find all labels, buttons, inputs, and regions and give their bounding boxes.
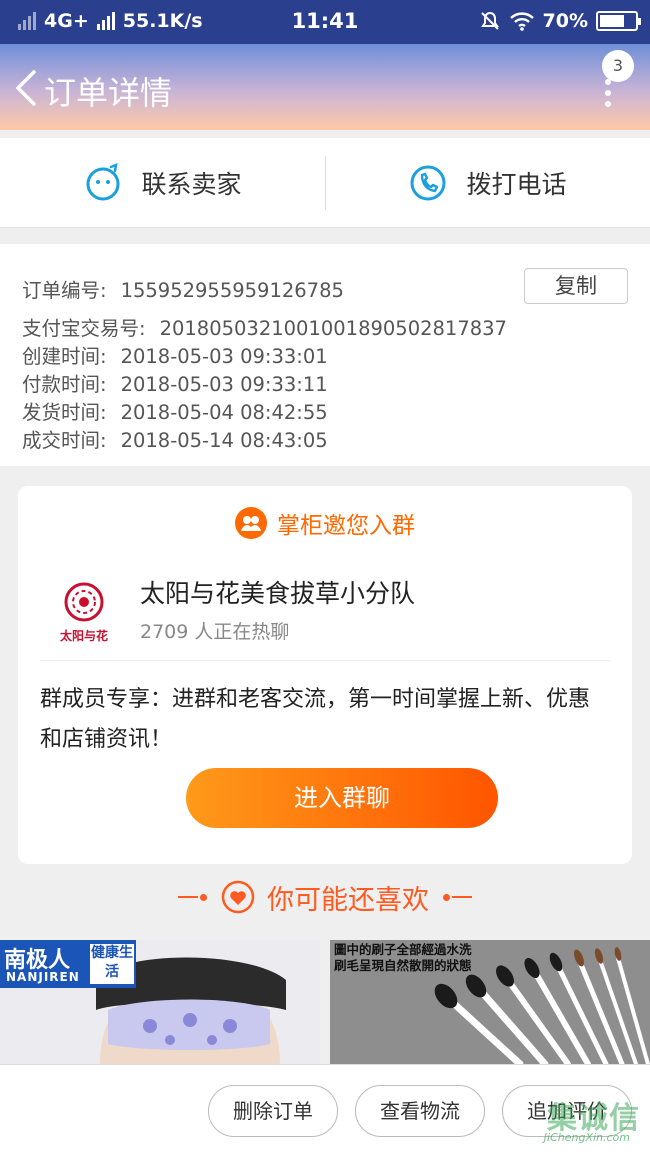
alipay-trade-label: 支付宝交易号: xyxy=(22,317,146,340)
brush-caption-line2: 刷毛呈現自然散開的狀態 xyxy=(334,958,472,973)
shipped-time-value: 2018-05-04 08:42:55 xyxy=(120,401,328,424)
order-number-label: 订单编号: xyxy=(22,279,107,302)
order-number-row: 订单编号: 155952955959126785 xyxy=(22,274,344,303)
paid-time-row: 付款时间: 2018-05-03 09:33:11 xyxy=(22,368,328,397)
card-divider xyxy=(40,660,610,661)
created-time-label: 创建时间: xyxy=(22,345,107,368)
created-time-value: 2018-05-03 09:33:01 xyxy=(120,345,328,368)
shop-name: 太阳与花美食拔草小分队 xyxy=(140,579,416,608)
copy-button[interactable]: 复制 xyxy=(524,268,628,304)
brush-caption-line1: 圖中的刷子全部經過水洗 xyxy=(334,942,472,957)
deal-time-label: 成交时间: xyxy=(22,429,107,452)
site-watermark: 集诚信 JiChengXin.com xyxy=(516,1093,646,1151)
order-info-panel: 订单编号: 155952955959126785 复制 支付宝交易号: 201805… xyxy=(0,244,650,466)
brush-caption: 圖中的刷子全部經過水洗 刷毛呈現自然散開的狀態 xyxy=(334,942,472,974)
page-title: 订单详情 xyxy=(44,74,173,112)
bottom-action-bar: 删除订单 查看物流 追加评价 集诚信 JiChengXin.com xyxy=(0,1064,650,1155)
paid-time-label: 付款时间: xyxy=(22,373,107,396)
shop-logo-text: 太阳与花 xyxy=(60,628,108,643)
chat-face-icon xyxy=(86,163,120,201)
recommend-heading: 你可能还喜欢 xyxy=(0,866,650,928)
brand-name-en: NANJIREN xyxy=(6,970,80,984)
deal-time-row: 成交时间: 2018-05-14 08:43:05 xyxy=(22,424,328,453)
shipped-time-label: 发货时间: xyxy=(22,401,107,424)
alipay-trade-value: 2018050321001001890502817837 xyxy=(159,317,507,340)
group-description: 群成员专享：进群和老客交流，第一时间掌握上新、优惠和店铺资讯！ xyxy=(40,687,591,752)
paid-time-value: 2018-05-03 09:33:11 xyxy=(120,373,328,396)
deal-time-value: 2018-05-14 08:43:05 xyxy=(120,429,328,452)
view-logistics-button[interactable]: 查看物流 xyxy=(355,1085,485,1137)
order-number-value: 155952955959126785 xyxy=(120,279,344,302)
shop-logo-icon: 太阳与花 xyxy=(60,582,108,643)
call-phone-label: 拨打电话 xyxy=(466,170,567,199)
contact-bar: 联系卖家 拨打电话 xyxy=(0,138,650,228)
more-vertical-icon[interactable] xyxy=(596,76,620,116)
phone-icon xyxy=(410,165,446,201)
back-arrow-icon[interactable] xyxy=(10,66,46,110)
brand-tag: 健康生活 xyxy=(90,944,134,984)
product-tile-brushes[interactable]: 圖中的刷子全部經過水洗 刷毛呈現自然散開的狀態 xyxy=(330,940,650,1064)
contact-seller-label: 联系卖家 xyxy=(141,170,242,199)
group-invite-heading: 掌柜邀您入群 xyxy=(18,506,632,540)
created-time-row: 创建时间: 2018-05-03 09:33:01 xyxy=(22,340,328,369)
brand-banner: 南极人 NANJIREN 健康生活 xyxy=(0,940,136,988)
heart-icon xyxy=(221,880,255,914)
decor-line-right xyxy=(441,893,472,901)
product-tile-eyemask[interactable]: 南极人 NANJIREN 健康生活 xyxy=(0,940,320,1064)
app-header: 订单详情 3 xyxy=(0,44,650,130)
contact-seller-button[interactable]: 联系卖家 xyxy=(0,138,325,228)
battery-percent: 70% xyxy=(542,10,588,32)
watermark-en: JiChengXin.com xyxy=(543,1131,630,1144)
group-invite-title: 掌柜邀您入群 xyxy=(277,513,415,539)
recommend-title: 你可能还喜欢 xyxy=(267,884,429,916)
delete-order-button[interactable]: 删除订单 xyxy=(208,1085,338,1137)
status-right: 70% xyxy=(479,10,641,32)
shipped-time-row: 发货时间: 2018-05-04 08:42:55 xyxy=(22,396,328,425)
alipay-trade-row: 支付宝交易号: 2018050321001001890502817837 xyxy=(22,312,507,341)
status-bar: 4G+ 55.1K/s 11:41 70% xyxy=(0,0,650,44)
members-online: 2709 人正在热聊 xyxy=(140,621,290,643)
group-invite-card: 掌柜邀您入群 太阳与花 太阳与花美食拔草小分队 2709 人正在热聊 群成员专享… xyxy=(18,486,632,864)
group-people-icon xyxy=(235,507,267,539)
battery-icon xyxy=(596,11,641,31)
decor-line-left xyxy=(178,893,209,901)
join-group-button[interactable]: 进入群聊 xyxy=(186,768,498,828)
call-phone-button[interactable]: 拨打电话 xyxy=(325,138,650,228)
mute-bell-icon xyxy=(480,11,499,30)
wifi-icon xyxy=(509,12,534,31)
